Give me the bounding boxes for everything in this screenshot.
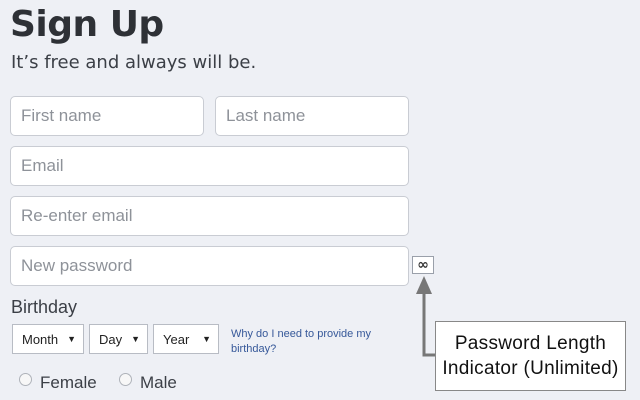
page-subtitle: It’s free and always will be. xyxy=(11,52,257,73)
last-name-placeholder: Last name xyxy=(226,106,306,125)
why-birthday-link[interactable]: Why do I need to provide my birthday? xyxy=(231,327,391,357)
birthday-month-value: Month xyxy=(22,331,59,347)
birthday-label: Birthday xyxy=(11,297,78,317)
password-length-indicator: ∞ xyxy=(412,256,434,274)
reenter-email-placeholder: Re-enter email xyxy=(21,206,133,225)
page-title: Sign Up xyxy=(10,4,164,45)
callout-line-2: Indicator (Unlimited) xyxy=(442,358,619,379)
first-name-placeholder: First name xyxy=(21,106,102,125)
birthday-year-value: Year xyxy=(163,331,190,347)
new-password-input[interactable]: New password xyxy=(10,246,409,286)
callout-arrow-line xyxy=(422,292,435,357)
password-length-callout: Password Length Indicator (Unlimited) xyxy=(435,321,626,391)
chevron-down-icon: ▼ xyxy=(67,334,76,344)
new-password-placeholder: New password xyxy=(21,256,133,275)
chevron-down-icon: ▼ xyxy=(202,334,211,344)
first-name-input[interactable]: First name xyxy=(10,96,204,136)
birthday-month-select[interactable]: Month ▼ xyxy=(12,324,84,354)
gender-male-label: Male xyxy=(140,373,177,392)
gender-male-radio[interactable]: Male xyxy=(119,372,177,393)
birthday-day-value: Day xyxy=(99,331,123,347)
email-placeholder: Email xyxy=(21,156,64,175)
gender-female-label: Female xyxy=(40,373,97,392)
gender-female-radio[interactable]: Female xyxy=(19,372,97,393)
callout-line-1: Password Length xyxy=(454,333,607,354)
birthday-day-select[interactable]: Day ▼ xyxy=(89,324,148,354)
radio-circle-icon[interactable] xyxy=(119,372,132,386)
chevron-down-icon: ▼ xyxy=(131,334,140,344)
birthday-year-select[interactable]: Year ▼ xyxy=(153,324,219,354)
email-input[interactable]: Email xyxy=(10,146,409,186)
last-name-input[interactable]: Last name xyxy=(215,96,409,136)
reenter-email-input[interactable]: Re-enter email xyxy=(10,196,409,236)
arrow-up-icon xyxy=(416,276,432,294)
radio-circle-icon[interactable] xyxy=(19,372,32,386)
